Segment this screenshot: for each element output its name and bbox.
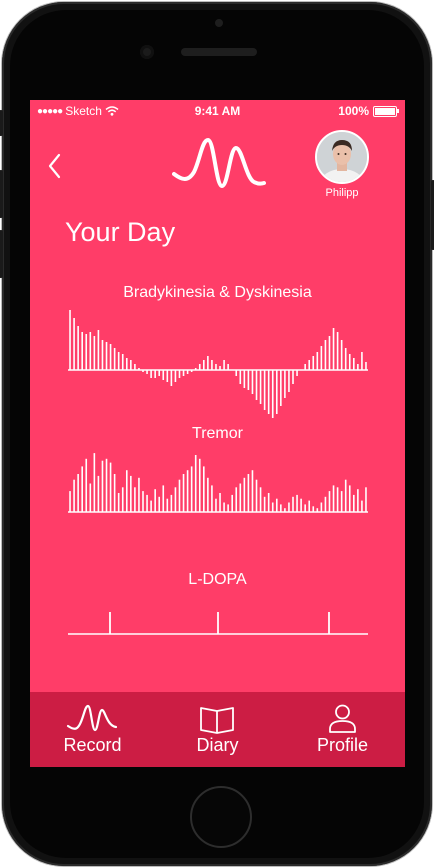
status-right: 100% xyxy=(338,104,399,118)
user-avatar-button[interactable]: Philipp xyxy=(314,130,370,199)
tab-bar: Record Diary Profile xyxy=(30,692,405,767)
battery-percent: 100% xyxy=(338,104,369,118)
tab-record[interactable]: Record xyxy=(30,692,155,767)
mute-switch xyxy=(0,110,3,136)
ldopa-label: L-DOPA xyxy=(188,571,247,588)
tab-profile-label: Profile xyxy=(316,735,369,755)
volume-down-button xyxy=(0,230,3,278)
avatar-name: Philipp xyxy=(325,187,359,199)
back-chevron-icon[interactable] xyxy=(44,152,68,180)
ldopa-chart xyxy=(68,612,368,635)
tab-diary-label: Diary xyxy=(196,735,239,755)
tab-diary[interactable]: Diary xyxy=(155,692,280,767)
home-button[interactable] xyxy=(190,786,252,848)
avatar xyxy=(315,130,369,184)
app-screen: ●●●●● Sketch 9:41 AM 100% Philipp Your D… xyxy=(30,100,405,767)
page-title: Your Day xyxy=(65,217,176,247)
tremor-chart xyxy=(68,453,368,513)
front-camera xyxy=(140,45,154,59)
bradykinesia-label: Bradykinesia & Dyskinesia xyxy=(123,284,312,301)
tremor-label: Tremor xyxy=(192,425,243,442)
volume-up-button xyxy=(0,170,3,218)
avatar-photo xyxy=(317,132,367,182)
wave-icon xyxy=(66,704,118,732)
status-bar: ●●●●● Sketch 9:41 AM 100% xyxy=(30,100,405,122)
bradykinesia-chart xyxy=(68,310,368,418)
tab-profile[interactable]: Profile xyxy=(280,692,405,767)
tab-record-label: Record xyxy=(63,735,122,755)
sensor-dot xyxy=(215,19,223,27)
earpiece-speaker xyxy=(181,48,257,56)
wave-logo-icon xyxy=(172,137,266,189)
battery-icon xyxy=(373,105,399,117)
book-icon xyxy=(200,707,234,734)
person-icon xyxy=(329,704,356,733)
